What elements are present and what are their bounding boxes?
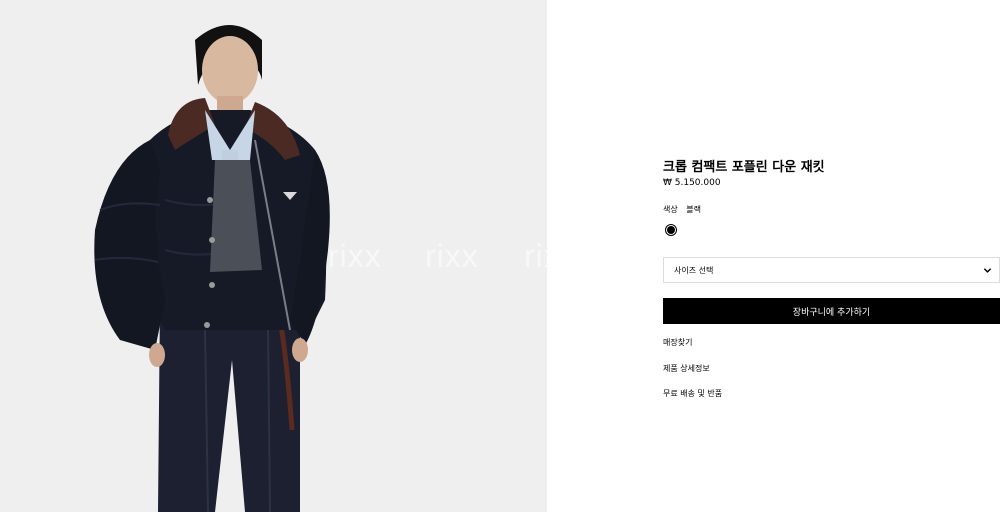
chevron-down-icon xyxy=(983,268,992,273)
size-select-label: 사이즈 선택 xyxy=(674,265,714,275)
product-image[interactable]: rixx rixx rix xyxy=(0,0,547,512)
watermark-text: rixx xyxy=(425,238,479,274)
color-label: 색상 xyxy=(663,205,678,214)
free-shipping-returns-link[interactable]: 무료 배송 및 반품 xyxy=(663,388,722,399)
product-price: ₩ 5.150.000 xyxy=(663,178,721,188)
color-info: 색상 블랙 xyxy=(663,204,701,215)
watermark-text: rix xyxy=(524,238,547,274)
add-to-cart-button[interactable]: 장바구니에 추가하기 xyxy=(663,298,1000,324)
size-select-dropdown[interactable]: 사이즈 선택 xyxy=(663,257,1000,283)
watermark-text: rixx xyxy=(328,238,382,274)
product-title: 크롭 컴팩트 포플린 다운 재킷 xyxy=(663,160,825,175)
color-value: 블랙 xyxy=(686,205,702,214)
product-page: rixx rixx rix 크롭 컴팩트 포플린 다운 재킷 ₩ 5.150.0… xyxy=(0,0,1000,512)
swatch-dot xyxy=(667,226,675,234)
find-store-link[interactable]: 매장찾기 xyxy=(663,337,692,348)
color-swatch-black[interactable] xyxy=(665,224,677,236)
product-details-link[interactable]: 제품 상세정보 xyxy=(663,363,710,374)
add-to-cart-label: 장바구니에 추가하기 xyxy=(792,307,871,318)
